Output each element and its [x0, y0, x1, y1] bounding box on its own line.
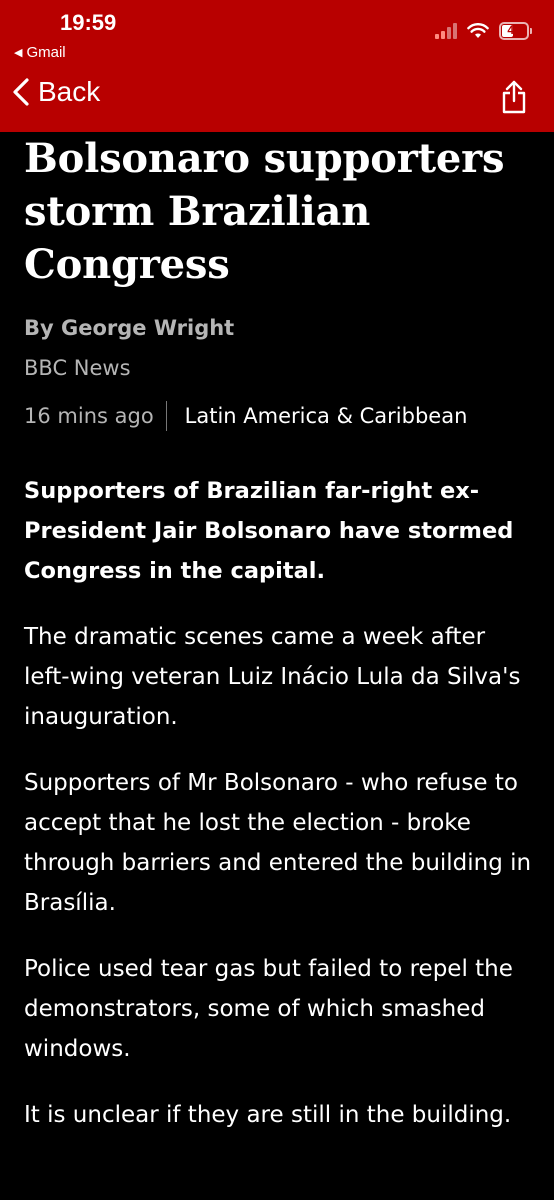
back-triangle-icon: ◀ — [14, 47, 23, 59]
article-meta: 16 mins ago Latin America & Caribbean — [24, 401, 534, 431]
article-source: BBC News — [24, 356, 131, 380]
battery-icon: 49 — [499, 22, 532, 40]
chevron-left-icon — [13, 78, 29, 106]
published-time: 16 mins ago — [24, 404, 154, 428]
status-time: 19:59 — [60, 10, 117, 35]
article-paragraph: Supporters of Mr Bolsonaro - who refuse … — [24, 770, 532, 916]
back-to-app-link[interactable]: ◀ Gmail — [14, 44, 66, 61]
article-byline[interactable]: By George Wright — [24, 313, 534, 343]
article-headline: Bolsonaro supporters storm Brazilian Con… — [24, 135, 505, 288]
back-button[interactable]: Back — [12, 76, 100, 108]
status-indicators: 49 — [435, 22, 532, 40]
battery-percent: 49 — [507, 23, 521, 37]
back-button-label: Back — [38, 76, 101, 107]
article-paragraph: It is unclear if they are still in the b… — [24, 1102, 512, 1128]
article-paragraph: The dramatic scenes came a week after le… — [24, 624, 521, 730]
share-button[interactable] — [502, 80, 526, 118]
back-app-label: Gmail — [26, 44, 66, 61]
article-lead: Supporters of Brazilian far-right ex-Pre… — [24, 478, 514, 584]
article-body: Bolsonaro supporters storm Brazilian Con… — [24, 132, 534, 1135]
article-paragraph: Police used tear gas but failed to repel… — [24, 956, 513, 1062]
share-icon — [502, 80, 526, 114]
cellular-signal-icon — [435, 23, 457, 39]
app-header: 19:59 ◀ Gmail 49 Back — [0, 0, 554, 132]
category-link[interactable]: Latin America & Caribbean — [185, 401, 468, 431]
meta-divider — [165, 401, 167, 431]
wifi-icon — [467, 23, 489, 38]
